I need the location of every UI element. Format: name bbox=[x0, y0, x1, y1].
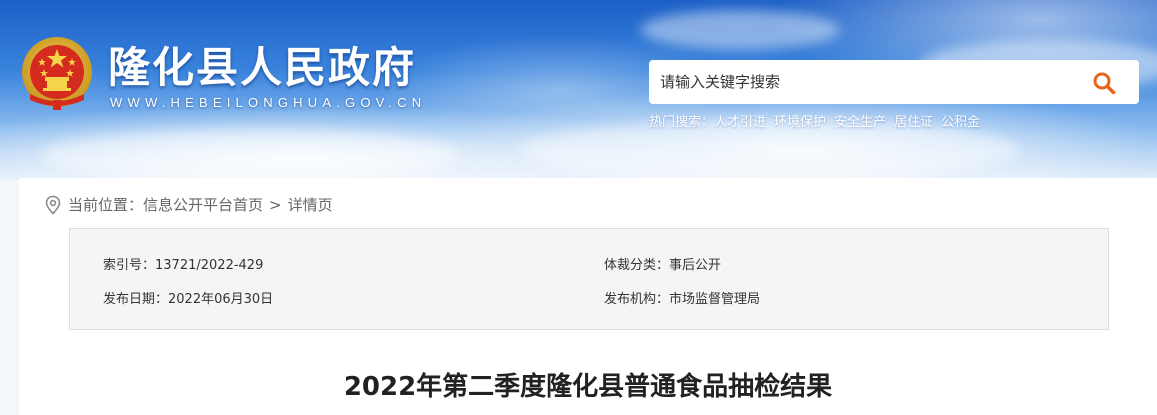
index-number-value: 13721/2022-429 bbox=[155, 258, 264, 273]
publish-date-value: 2022年06月30日 bbox=[168, 292, 274, 307]
publishing-organization-value: 市场监督管理局 bbox=[669, 292, 761, 307]
hot-search-link[interactable]: 人才引进 bbox=[714, 115, 766, 130]
genre-category: 体裁分类：事后公开 bbox=[604, 254, 721, 273]
location-pin-icon bbox=[45, 195, 61, 215]
site-title[interactable]: 隆化县人民政府 bbox=[108, 34, 416, 95]
hot-search-link[interactable]: 居住证 bbox=[894, 115, 933, 130]
document-info-box: 索引号：13721/2022-429 发布日期：2022年06月30日 体裁分类… bbox=[69, 228, 1109, 330]
breadcrumb-separator: > bbox=[269, 195, 282, 214]
publishing-organization: 发布机构：市场监督管理局 bbox=[604, 288, 760, 307]
content-panel: 当前位置： 信息公开平台首页 > 详情页 索引号：13721/2022-429 … bbox=[19, 178, 1157, 415]
hot-search-link[interactable]: 环境保护 bbox=[774, 115, 826, 130]
publish-date: 发布日期：2022年06月30日 bbox=[103, 288, 273, 307]
national-emblem-icon[interactable] bbox=[20, 34, 94, 114]
hot-search-link[interactable]: 安全生产 bbox=[834, 115, 886, 130]
article-title: 2022年第二季度隆化县普通食品抽检结果 bbox=[343, 372, 833, 402]
site-url: WWW.HEBEILONGHUA.GOV.CN bbox=[110, 95, 427, 110]
cloud-decoration bbox=[40, 130, 460, 180]
cloud-decoration bbox=[640, 10, 840, 50]
breadcrumb-home-link[interactable]: 信息公开平台首页 bbox=[143, 194, 263, 215]
search-box bbox=[649, 60, 1139, 104]
breadcrumb: 当前位置： 信息公开平台首页 > 详情页 bbox=[44, 194, 333, 215]
search-button[interactable] bbox=[1091, 70, 1117, 96]
genre-category-label: 体裁分类： bbox=[604, 258, 670, 273]
publishing-organization-label: 发布机构： bbox=[604, 292, 670, 307]
breadcrumb-prefix: 当前位置： bbox=[68, 196, 144, 214]
hot-search: 热门搜索：人才引进 环境保护 安全生产 居住证 公积金 bbox=[649, 111, 988, 130]
hot-search-link[interactable]: 公积金 bbox=[941, 115, 980, 130]
search-icon bbox=[1093, 72, 1116, 95]
genre-category-value: 事后公开 bbox=[669, 258, 722, 273]
search-input[interactable] bbox=[649, 62, 1079, 102]
publish-date-label: 发布日期： bbox=[103, 292, 169, 307]
header-banner: 隆化县人民政府 WWW.HEBEILONGHUA.GOV.CN 热门搜索：人才引… bbox=[0, 0, 1157, 180]
hot-search-label: 热门搜索： bbox=[649, 115, 715, 130]
index-number: 索引号：13721/2022-429 bbox=[103, 254, 263, 273]
index-number-label: 索引号： bbox=[103, 258, 156, 273]
breadcrumb-current: 详情页 bbox=[287, 196, 333, 214]
